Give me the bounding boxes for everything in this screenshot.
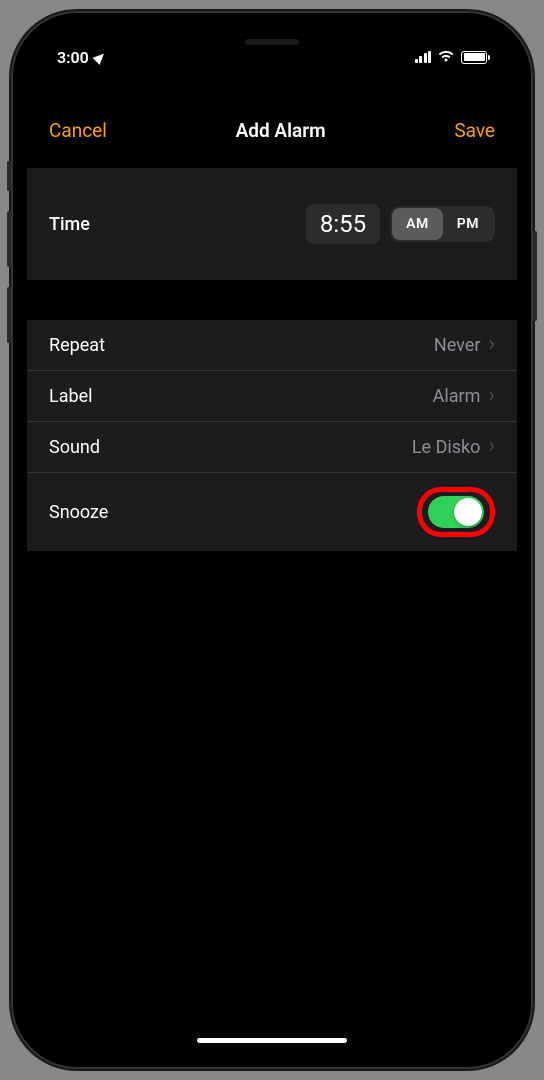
chevron-right-icon: › bbox=[488, 436, 495, 458]
phone-right-buttons bbox=[533, 231, 537, 321]
status-left: 3:00 bbox=[57, 48, 105, 67]
toggle-knob-icon bbox=[454, 498, 482, 526]
time-section: Time 8:55 AM PM bbox=[27, 168, 517, 280]
notch bbox=[172, 27, 372, 57]
status-right bbox=[415, 48, 488, 67]
status-time: 3:00 bbox=[57, 48, 89, 67]
location-icon bbox=[92, 50, 107, 65]
snooze-highlight bbox=[417, 487, 495, 537]
speaker-icon bbox=[245, 39, 299, 45]
label-value: Alarm bbox=[433, 386, 481, 407]
time-label: Time bbox=[49, 214, 90, 235]
cellular-icon bbox=[415, 51, 432, 63]
time-controls: 8:55 AM PM bbox=[306, 204, 495, 244]
phone-frame: 3:00 Cancel Add Alarm Save bbox=[11, 11, 533, 1069]
am-button[interactable]: AM bbox=[392, 208, 443, 240]
repeat-value: Never bbox=[434, 335, 481, 356]
label-row[interactable]: Label Alarm › bbox=[27, 371, 517, 422]
settings-list: Repeat Never › Label Alarm › Sound bbox=[27, 320, 517, 551]
repeat-label: Repeat bbox=[49, 335, 105, 356]
time-input[interactable]: 8:55 bbox=[306, 204, 380, 244]
snooze-row: Snooze bbox=[27, 473, 517, 551]
battery-icon bbox=[461, 51, 487, 64]
content: Cancel Add Alarm Save Time 8:55 AM PM Re… bbox=[27, 27, 517, 551]
snooze-label: Snooze bbox=[49, 502, 108, 523]
power-button bbox=[533, 231, 537, 321]
sound-label: Sound bbox=[49, 437, 100, 458]
pm-button[interactable]: PM bbox=[443, 208, 493, 240]
nav-bar: Cancel Add Alarm Save bbox=[27, 99, 517, 168]
repeat-row[interactable]: Repeat Never › bbox=[27, 320, 517, 371]
sound-value: Le Disko bbox=[412, 437, 481, 458]
save-button[interactable]: Save bbox=[454, 119, 495, 142]
label-label: Label bbox=[49, 386, 93, 407]
home-indicator[interactable] bbox=[197, 1038, 347, 1043]
volume-down-button bbox=[7, 287, 11, 343]
volume-up-button bbox=[7, 211, 11, 267]
label-right: Alarm › bbox=[433, 385, 495, 407]
repeat-right: Never › bbox=[434, 334, 495, 356]
cancel-button[interactable]: Cancel bbox=[49, 119, 107, 142]
snooze-toggle[interactable] bbox=[428, 496, 484, 528]
sound-row[interactable]: Sound Le Disko › bbox=[27, 422, 517, 473]
ampm-segment[interactable]: AM PM bbox=[390, 206, 495, 242]
screen: 3:00 Cancel Add Alarm Save bbox=[27, 27, 517, 1053]
page-title: Add Alarm bbox=[236, 119, 326, 142]
chevron-right-icon: › bbox=[488, 385, 495, 407]
sound-right: Le Disko › bbox=[412, 436, 495, 458]
chevron-right-icon: › bbox=[488, 334, 495, 356]
phone-left-buttons bbox=[7, 161, 11, 363]
mute-switch bbox=[7, 161, 11, 191]
wifi-icon bbox=[437, 48, 455, 67]
